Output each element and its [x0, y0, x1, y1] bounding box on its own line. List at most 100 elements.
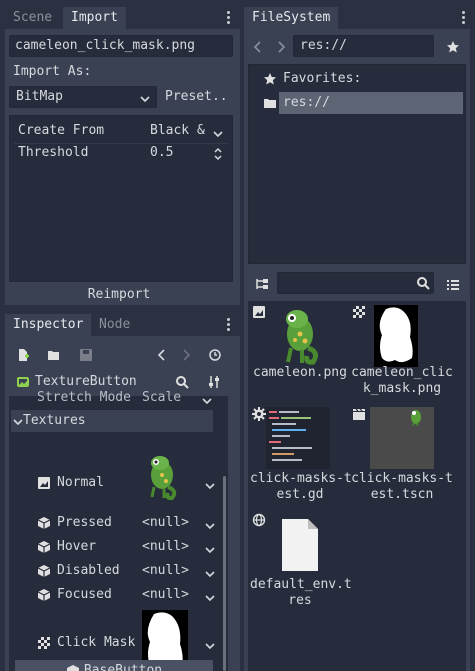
file-item-click-masks-test-tscn[interactable]: click-masks-t est.tscn: [350, 405, 462, 505]
tree-item-res-label: res://: [283, 95, 330, 110]
file-tree: Favorites: res://: [248, 64, 466, 264]
normal-label: Normal: [57, 475, 104, 490]
chevron-down-icon: [140, 93, 150, 103]
file-name: cameleon_clic k_mask.png: [351, 365, 453, 396]
file-filter-input[interactable]: [277, 272, 434, 294]
cube-icon: [37, 540, 51, 554]
chevron-down-icon: [202, 395, 212, 405]
script-gear-icon: [252, 407, 266, 421]
tree-item-res[interactable]: res://: [279, 92, 463, 114]
inspector-dock: Inspector Node TextureButton Stretch Mod…: [5, 314, 240, 671]
document-thumbnail: [278, 517, 322, 573]
file-item-cameleon-click-mask-png[interactable]: cameleon_clic k_mask.png: [350, 303, 462, 403]
history-back-icon[interactable]: [155, 348, 169, 362]
chevron-down-icon[interactable]: [205, 544, 215, 554]
dock-menu-icon[interactable]: [462, 11, 466, 25]
forward-icon[interactable]: [274, 40, 288, 54]
file-item-cameleon-png[interactable]: cameleon.png: [250, 303, 350, 398]
file-name: default_env.t res: [250, 577, 352, 608]
dock-menu-icon[interactable]: [227, 11, 231, 25]
disabled-value[interactable]: <null>: [142, 560, 189, 582]
threshold-label: Threshold: [18, 145, 89, 160]
import-as-select[interactable]: BitMap: [9, 86, 157, 108]
object-properties-icon[interactable]: [207, 375, 221, 389]
normal-texture-preview[interactable]: [142, 453, 182, 503]
filesystem-dock: FileSystem res:// Favorites: res:// came…: [244, 7, 470, 671]
search-icon: [416, 276, 430, 290]
tab-import[interactable]: Import: [63, 7, 126, 29]
stretch-mode-value[interactable]: Scale: [142, 387, 181, 409]
reimport-button[interactable]: Reimport: [84, 285, 154, 307]
chevron-down-icon[interactable]: [205, 592, 215, 602]
inspector-panel: TextureButton Stretch Mode Scale Texture…: [5, 336, 240, 671]
tab-filesystem[interactable]: FileSystem: [244, 7, 339, 29]
history-forward-icon[interactable]: [179, 348, 193, 362]
file-name: click-masks-t est.tscn: [351, 471, 453, 502]
import-as-value: BitMap: [16, 89, 63, 104]
save-icon[interactable]: [79, 348, 93, 362]
new-resource-icon[interactable]: [16, 348, 30, 362]
folder-icon: [263, 96, 277, 110]
chevron-down-icon[interactable]: [205, 480, 215, 490]
pressed-value[interactable]: <null>: [142, 512, 189, 534]
tab-scene[interactable]: Scene: [5, 7, 60, 29]
chevron-down-icon: [213, 128, 223, 138]
disabled-label: Disabled: [57, 563, 120, 578]
import-as-label: Import As:: [13, 64, 92, 79]
file-grid: cameleon.png cameleon_clic k_mask.png cl…: [248, 301, 466, 671]
cameleon-thumbnail: [278, 306, 322, 366]
file-name: cameleon.png: [253, 365, 347, 380]
textures-section-label: Textures: [23, 413, 86, 428]
chevron-down-icon[interactable]: [205, 568, 215, 578]
back-icon[interactable]: [251, 40, 265, 54]
import-properties: Create From Black & Threshold 0.5: [9, 115, 233, 282]
image-icon: [252, 305, 266, 319]
base-button-label: BaseButton: [83, 663, 163, 671]
import-file-name: cameleon_click_mask.png: [9, 35, 233, 57]
focused-label: Focused: [57, 587, 112, 602]
cube-icon: [37, 564, 51, 578]
environment-icon: [252, 513, 266, 527]
file-name: click-masks-t est.gd: [250, 471, 352, 502]
focused-value[interactable]: <null>: [142, 584, 189, 606]
tab-node[interactable]: Node: [91, 314, 138, 336]
tree-item-favorites[interactable]: Favorites:: [283, 68, 361, 90]
preset-button[interactable]: Preset..: [165, 86, 228, 108]
stepper-icon[interactable]: [213, 147, 223, 161]
click-mask-label: Click Mask: [57, 635, 136, 650]
stretch-mode-label: Stretch Mode: [37, 390, 131, 405]
create-from-label: Create From: [18, 123, 105, 138]
create-from-select[interactable]: Black &: [150, 120, 205, 142]
chevron-down-icon: [13, 416, 23, 426]
inspector-properties: Stretch Mode Scale Textures Normal Press…: [9, 390, 228, 671]
textures-section[interactable]: Textures: [11, 410, 213, 432]
history-icon[interactable]: [208, 348, 222, 362]
list-view-icon[interactable]: [446, 277, 460, 291]
chevron-down-icon[interactable]: [205, 520, 215, 530]
import-panel: cameleon_click_mask.png Import As: BitMa…: [5, 29, 240, 305]
base-button-section[interactable]: BaseButton: [15, 660, 213, 671]
texture-button-icon: [16, 375, 30, 389]
cube-icon: [66, 664, 80, 671]
file-item-default-env-tres[interactable]: default_env.t res: [250, 511, 352, 611]
script-thumbnail: [266, 407, 330, 469]
path-input[interactable]: res://: [293, 35, 434, 57]
hover-value[interactable]: <null>: [142, 536, 189, 558]
open-folder-icon[interactable]: [47, 348, 61, 362]
filesystem-panel: res:// Favorites: res:// cameleon.png ca…: [244, 29, 470, 671]
threshold-value[interactable]: 0.5: [150, 142, 173, 164]
chevron-down-icon[interactable]: [205, 640, 215, 650]
star-icon: [263, 72, 277, 86]
inspector-scrollbar[interactable]: [223, 476, 226, 671]
dock-menu-icon[interactable]: [227, 318, 231, 332]
image-texture-icon: [37, 476, 51, 490]
pressed-label: Pressed: [57, 515, 112, 530]
file-item-click-masks-test-gd[interactable]: click-masks-t est.gd: [250, 405, 352, 505]
cube-icon: [37, 588, 51, 602]
click-mask-thumbnail: [374, 305, 418, 367]
toggle-split-icon[interactable]: [255, 277, 269, 291]
tab-inspector[interactable]: Inspector: [5, 314, 92, 336]
scene-icon: [352, 407, 366, 421]
favorite-star-icon[interactable]: [446, 40, 460, 54]
scene-thumbnail: [370, 407, 434, 469]
